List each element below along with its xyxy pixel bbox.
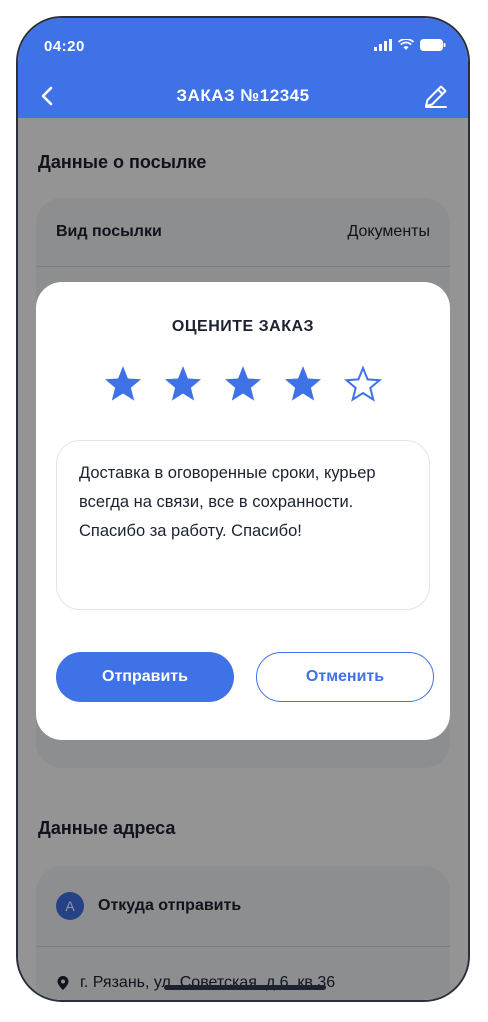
phone-frame: 04:20 ЗАКАЗ №12345 Данные о посылке Вид … — [16, 16, 470, 1002]
signal-icon — [374, 39, 392, 51]
comment-textarea[interactable]: Доставка в оговоренные сроки, курьер все… — [56, 440, 430, 610]
app-header: 04:20 ЗАКАЗ №12345 — [18, 18, 468, 118]
page-title: ЗАКАЗ №12345 — [176, 86, 310, 105]
star-filled-icon[interactable] — [223, 364, 263, 404]
submit-button[interactable]: Отправить — [56, 652, 234, 702]
battery-icon — [420, 39, 446, 51]
star-filled-icon[interactable] — [283, 364, 323, 404]
cancel-button[interactable]: Отменить — [256, 652, 434, 702]
edit-pencil-icon[interactable] — [422, 82, 450, 110]
star-empty-icon[interactable] — [343, 364, 383, 404]
dialog-title: ОЦЕНИТЕ ЗАКАЗ — [171, 318, 315, 335]
star-rating — [36, 364, 450, 404]
status-icons — [374, 39, 446, 51]
home-indicator — [164, 985, 326, 990]
star-filled-icon[interactable] — [163, 364, 203, 404]
star-filled-icon[interactable] — [103, 364, 143, 404]
rating-dialog: ОЦЕНИТЕ ЗАКАЗ Доставка в оговоренные сро… — [36, 282, 450, 740]
status-time: 04:20 — [44, 38, 85, 55]
wifi-icon — [398, 39, 414, 50]
